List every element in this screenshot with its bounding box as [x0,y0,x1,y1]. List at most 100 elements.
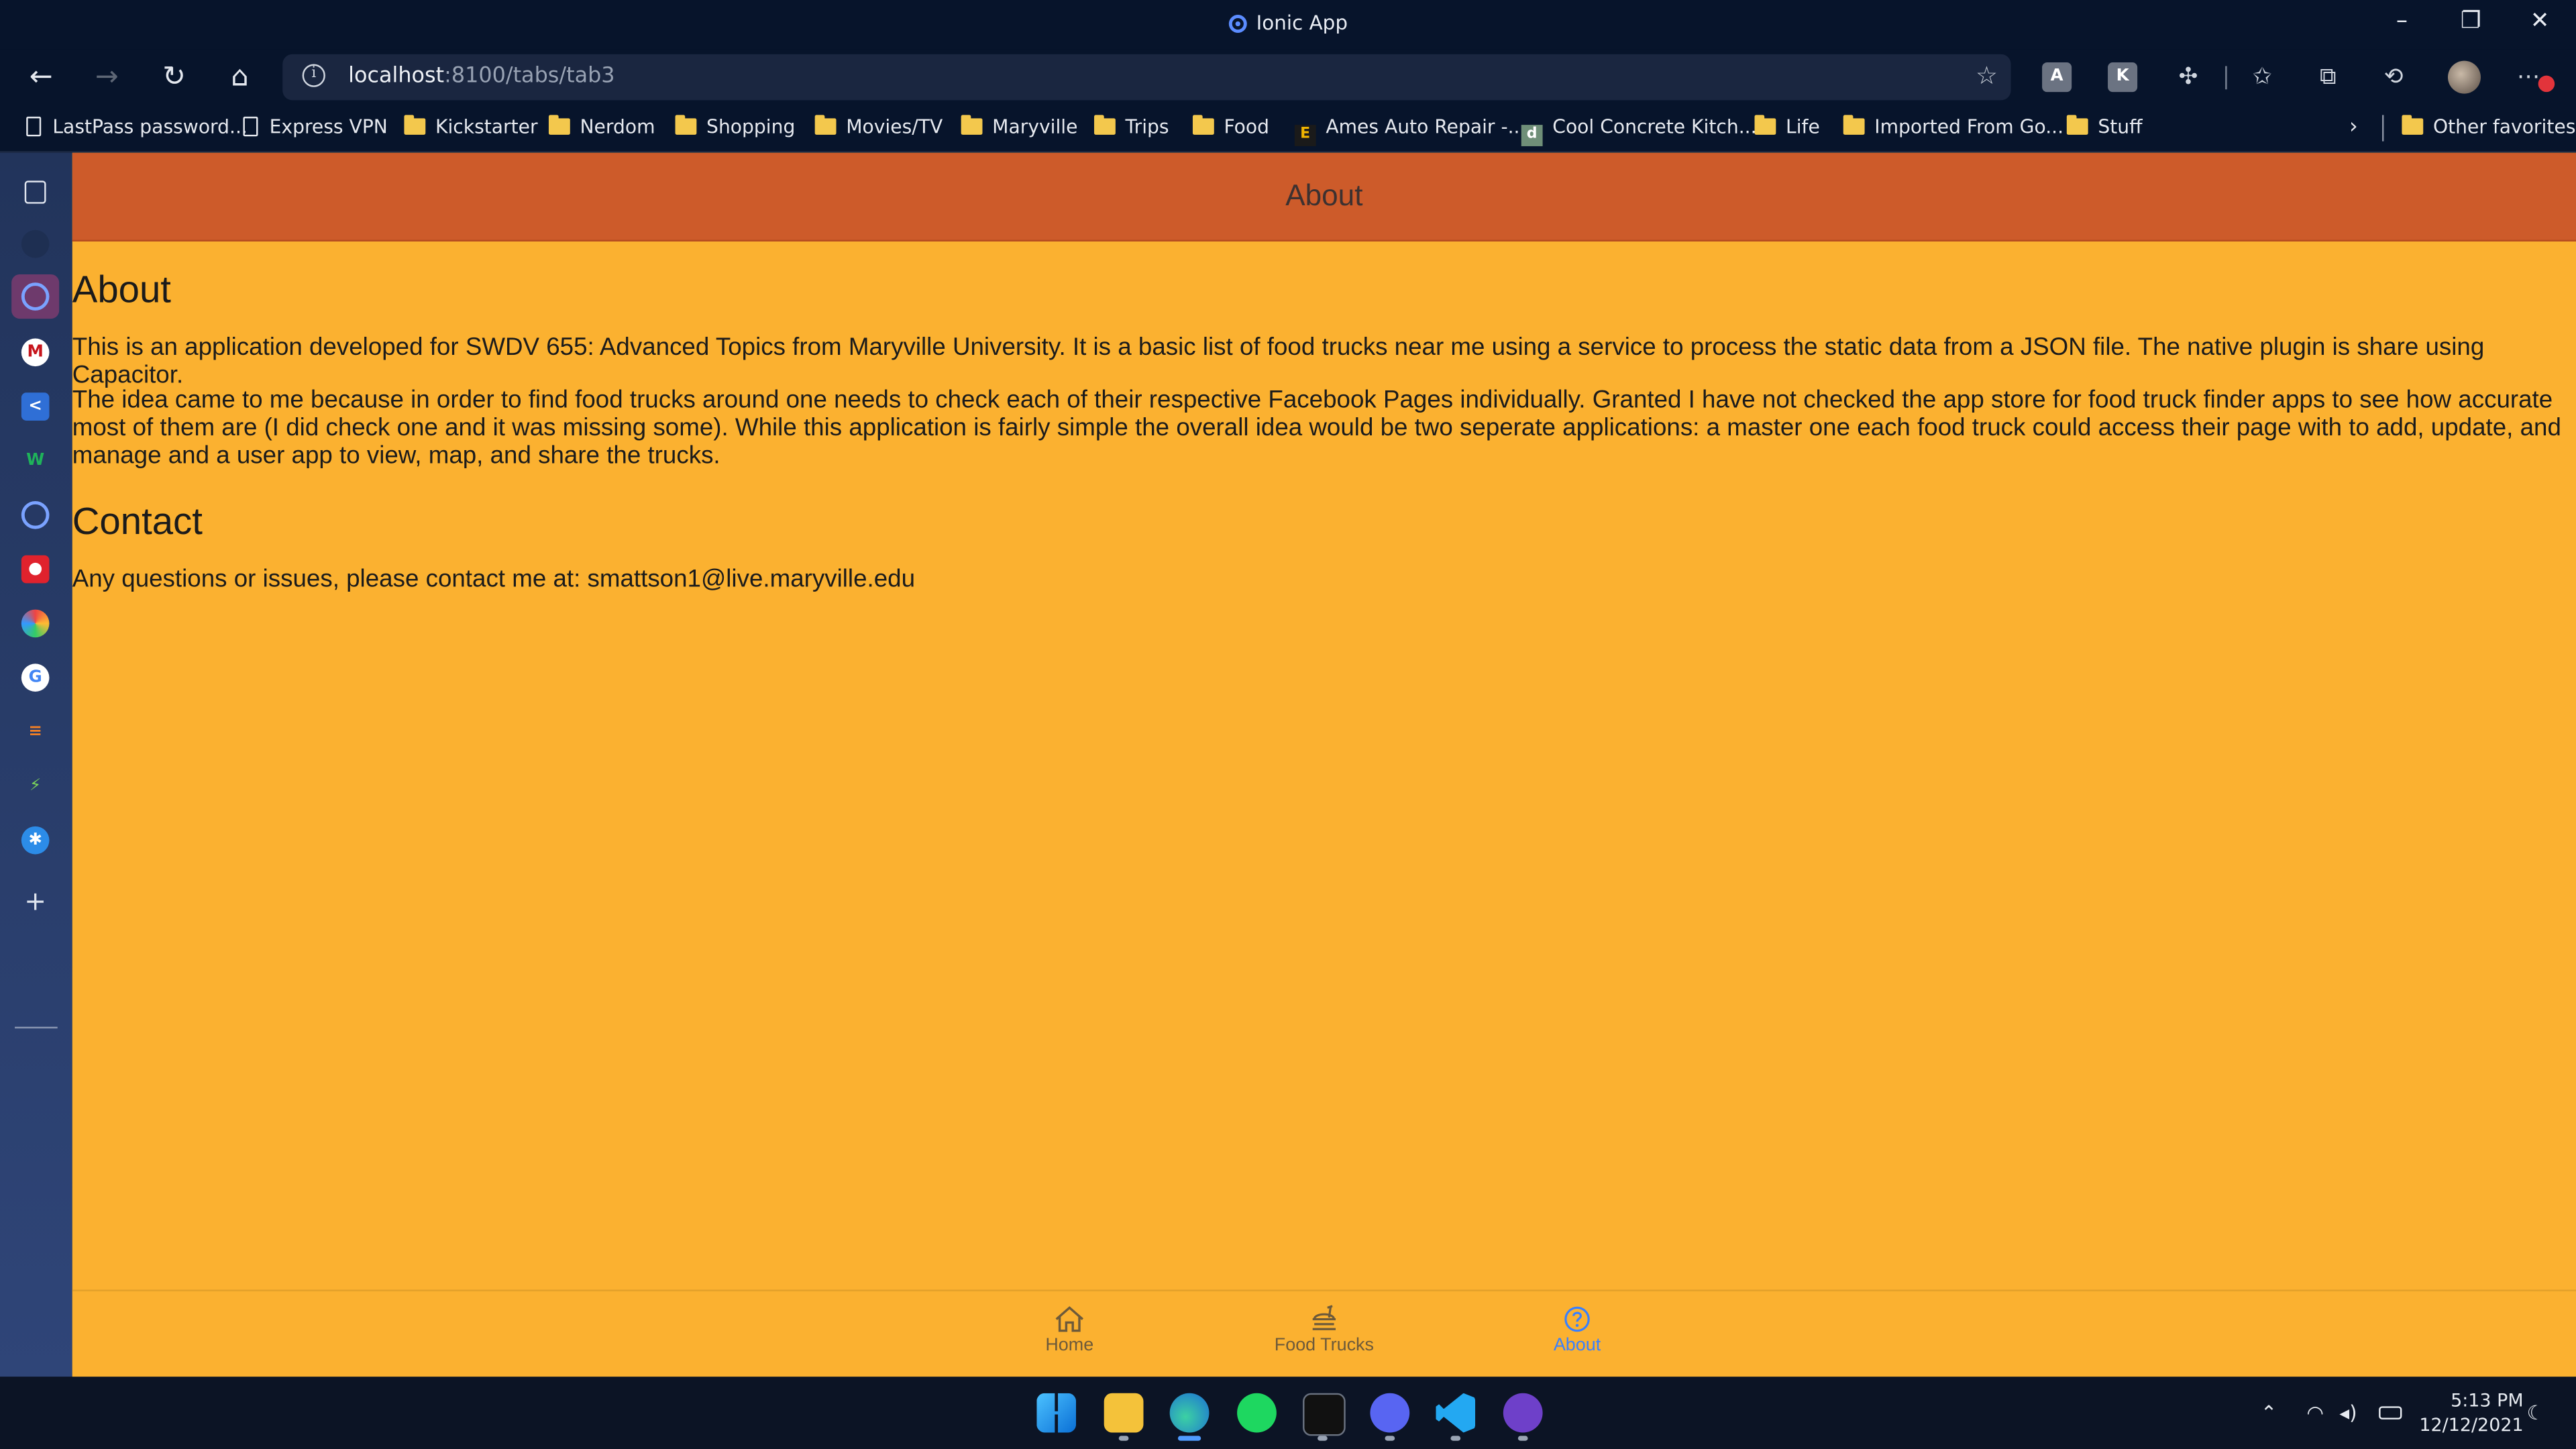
favorite-item[interactable]: E Ames Auto Repair -... [1294,115,1525,146]
forward-icon[interactable]: → [85,59,128,95]
help-circle-icon [1564,1306,1590,1332]
back-icon[interactable]: ← [19,59,62,95]
window-title-text: Ionic App [1256,11,1348,35]
folder-icon [1843,115,1865,135]
clock-time: 5:13 PM [2451,1389,2524,1411]
favorite-item[interactable]: Express VPN [243,115,388,138]
chevron-right-icon[interactable]: › [2349,115,2358,140]
favorite-item[interactable]: Kickstarter [404,115,538,138]
folder-icon [548,115,570,135]
extension-icon-a[interactable]: A [2042,62,2072,93]
stackoverflow-icon[interactable]: ≡ [21,718,50,746]
terminal-icon[interactable] [1303,1393,1346,1436]
refresh-icon[interactable]: ↻ [153,59,196,95]
notification-badge [2538,75,2555,93]
running-indicator [1318,1436,1328,1441]
folder-icon [2402,115,2424,135]
sidebar-divider [15,1026,58,1029]
about-heading: About [72,268,171,311]
start-icon[interactable] [1036,1393,1077,1433]
file-explorer-icon[interactable] [1104,1393,1144,1433]
site-info-icon[interactable]: i [302,64,325,87]
github-desktop-icon[interactable] [1503,1393,1543,1433]
folder-icon [2066,115,2088,135]
battery-icon[interactable] [2379,1406,2402,1419]
favorite-item[interactable]: Maryville [961,115,1077,138]
folder-icon [814,115,837,135]
sync-icon[interactable]: ⟲ [2379,62,2408,92]
red-app-icon[interactable]: ● [21,555,50,584]
w-app-icon[interactable]: W [21,447,50,475]
profile-avatar[interactable] [2447,60,2481,94]
favorite-item[interactable]: Nerdom [548,115,655,138]
ionic-icon[interactable] [21,500,50,529]
folder-icon [1192,115,1214,135]
favorite-item[interactable]: Stuff [2066,115,2143,138]
home-icon [1055,1306,1084,1332]
running-indicator [1385,1436,1395,1441]
clock[interactable]: 5:13 PM 12/12/2021 [2415,1388,2524,1437]
tab-about[interactable]: About [1479,1304,1676,1355]
add-icon[interactable]: + [21,887,50,915]
page-icon [26,116,42,137]
restore-icon[interactable]: ❐ [2438,8,2504,34]
url-text[interactable]: localhost:8100/tabs/tab3 [348,64,614,89]
running-indicator [1450,1436,1461,1441]
google-icon[interactable]: G [21,663,50,692]
tab-food-trucks-label: Food Trucks [1274,1336,1374,1356]
favorite-item[interactable]: LastPass password... [26,115,248,138]
minimize-icon[interactable]: – [2369,8,2434,34]
extension-icon-k[interactable]: K [2108,62,2138,93]
tab-home[interactable]: Home [971,1304,1168,1355]
other-favorites[interactable]: Other favorites [2402,115,2575,138]
edge-icon[interactable] [1169,1393,1210,1433]
site-icon: E [1294,125,1316,146]
close-icon[interactable]: ✕ [2507,8,2573,34]
spark-icon[interactable]: ⚡ [21,772,50,800]
tab-home-label: Home [1045,1336,1094,1356]
discord-icon[interactable] [1370,1393,1410,1433]
browser-toolbar: ← → ↻ ⌂ i localhost:8100/tabs/tab3 ☆ A K… [0,49,2576,105]
favorite-item[interactable]: Life [1754,115,1820,138]
ionic-icon[interactable] [21,282,50,311]
active-indicator [1177,1436,1201,1441]
running-indicator [1517,1436,1528,1441]
about-paragraph-1: This is an application developed for SWD… [72,333,2485,390]
tab-about-label: About [1553,1336,1601,1356]
favorites-icon[interactable]: ✩ [2247,62,2277,92]
vscode-icon[interactable] [1436,1393,1476,1433]
plus-app-icon[interactable]: ✱ [21,826,50,855]
gmail-icon[interactable]: M [21,338,50,367]
clock-date: 12/12/2021 [2419,1414,2524,1436]
chevron-up-icon[interactable]: ⌃ [2261,1401,2277,1424]
home-icon[interactable]: ⌂ [219,59,262,95]
add-favorite-icon[interactable]: ☆ [1976,61,1998,91]
spotify-icon[interactable] [1237,1393,1277,1433]
tab-bar: Home Food Trucks About [72,1289,2576,1377]
site-icon: d [1521,125,1543,146]
favorites-divider [2382,115,2384,142]
favorite-item[interactable]: Movies/TV [814,115,943,138]
favorite-item[interactable]: Shopping [675,115,795,138]
folder-icon [961,115,983,135]
folder-icon [675,115,697,135]
wifi-icon[interactable]: ◠ [2306,1401,2324,1424]
volume-icon[interactable]: ◂) [2339,1401,2357,1424]
app-icon-blue[interactable]: < [21,392,50,421]
tab-food-trucks[interactable]: Food Trucks [1226,1304,1423,1355]
address-bar[interactable]: i localhost:8100/tabs/tab3 ☆ [282,54,2011,101]
notifications-icon[interactable]: ☾ [2527,1401,2544,1424]
page-title: About [1285,178,1363,212]
extensions-icon[interactable]: ✣ [2174,62,2203,92]
window-titlebar: Ionic App – ❐ ✕ [0,0,2576,50]
collections-icon[interactable]: ⧉ [2313,62,2343,92]
favorite-item[interactable]: Trips [1094,115,1169,138]
tab-actions-icon[interactable] [24,180,46,204]
favorite-item[interactable]: Food [1192,115,1269,138]
favorite-item[interactable]: Imported From Go... [1843,115,2063,138]
running-indicator [1118,1436,1129,1441]
window-title: Ionic App [0,11,2576,34]
favorite-item[interactable]: d Cool Concrete Kitch... [1521,115,1757,146]
color-app-icon[interactable] [21,609,50,638]
github-icon[interactable] [21,229,50,258]
